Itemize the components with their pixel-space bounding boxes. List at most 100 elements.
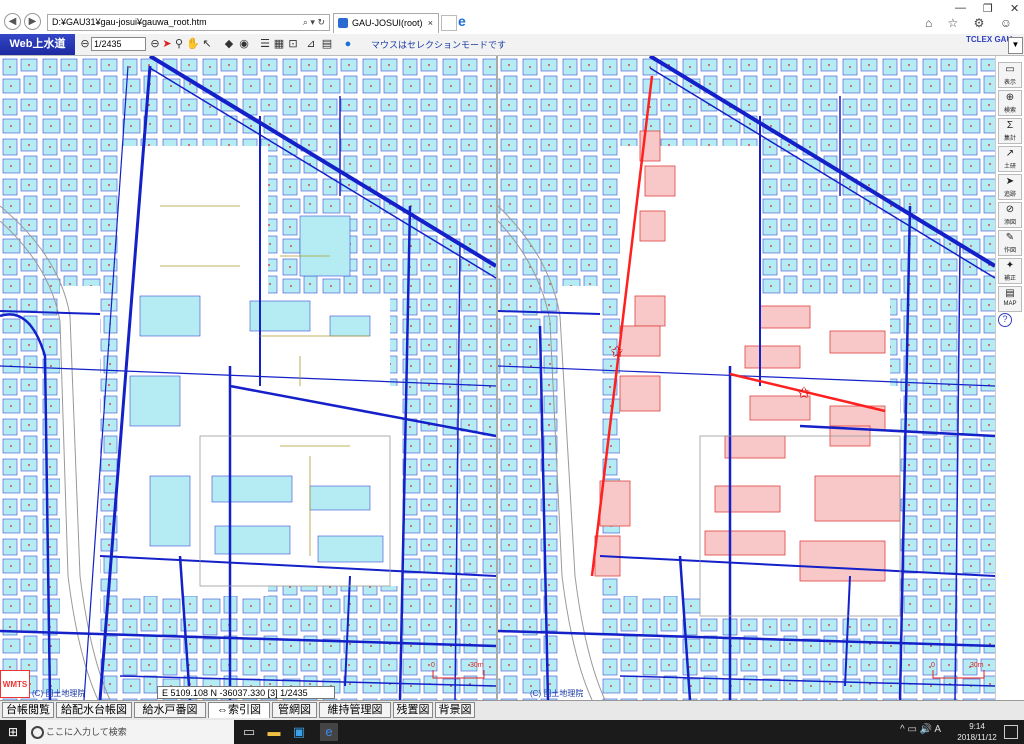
- side-button-label: MAP: [1003, 301, 1017, 307]
- map-area[interactable]: ✩ ✩: [0, 56, 995, 700]
- file-explorer-icon[interactable]: ▬: [265, 723, 283, 741]
- clock[interactable]: 9:14 2018/11/12: [957, 721, 997, 743]
- new-tab-button[interactable]: [441, 15, 457, 31]
- side-button-map-folder[interactable]: ▤ MAP: [998, 286, 1022, 312]
- tab-network-map[interactable]: 管網図: [272, 702, 317, 718]
- menu-dropdown-button[interactable]: ▼: [1008, 37, 1023, 54]
- scale-label-zero: 0: [431, 662, 435, 669]
- grid-icon[interactable]: ▦: [272, 37, 286, 51]
- side-button-search[interactable]: ⊕ 検索: [998, 90, 1022, 116]
- tab-index-map[interactable]: ⇔索引図: [208, 702, 270, 718]
- minimize-button[interactable]: —: [955, 2, 966, 14]
- zoom-in-icon[interactable]: ⚲: [172, 37, 186, 51]
- marker-star-icon[interactable]: ✩: [797, 385, 811, 402]
- copyright-right: (C) 国土地理院: [530, 689, 584, 698]
- taskbar-search[interactable]: ここに入力して検索: [26, 720, 234, 744]
- side-button-correction[interactable]: ✦ 補正: [998, 258, 1022, 284]
- notification-icon[interactable]: [1004, 725, 1018, 739]
- tab-title: GAU-JOSUI(root): [352, 18, 423, 28]
- task-view-icon[interactable]: ▭: [240, 723, 258, 741]
- help-icon[interactable]: ?: [998, 313, 1012, 327]
- left-map-pane[interactable]: [0, 56, 498, 700]
- tab-maintenance-map[interactable]: 維持管理図: [319, 702, 391, 718]
- side-button-label: 補正: [1003, 276, 1016, 282]
- wmts-badge: WMTS: [0, 670, 30, 698]
- search-placeholder: ここに入力して検索: [46, 727, 127, 737]
- map-folder-icon: ▤: [1005, 288, 1015, 299]
- clock-time: 9:14: [969, 722, 985, 731]
- windows-start-icon[interactable]: ⊞: [0, 720, 26, 744]
- sum-icon: Σ: [1006, 120, 1014, 131]
- tab-residual-map[interactable]: 残置図: [393, 702, 433, 718]
- internet-explorer-icon[interactable]: e: [320, 723, 338, 741]
- side-button-sum[interactable]: Σ 集計: [998, 118, 1022, 144]
- store-icon[interactable]: ▣: [290, 723, 308, 741]
- side-button-display[interactable]: ▭ 表示: [998, 62, 1022, 88]
- coordinate-readout: E 5109.108 N -36037.330 [3] 1/2435: [157, 686, 335, 699]
- browser-tool-icons[interactable]: ⌂ ☆ ⚙ ☺: [925, 16, 1018, 30]
- cortana-icon: [31, 726, 44, 739]
- app-logo: Web上水道: [0, 34, 75, 55]
- mode-message: マウスはセレクションモードです: [371, 40, 507, 50]
- scale-label-zero: 0: [931, 662, 935, 669]
- side-button-cross-section[interactable]: ↗ 土研: [998, 146, 1022, 172]
- scale-label-distance: 30m: [470, 662, 484, 669]
- address-text: D:¥GAU31¥gau-josui¥gauwa_root.htm: [52, 17, 207, 27]
- address-bar[interactable]: D:¥GAU31¥gau-josui¥gauwa_root.htm ⌕ ▾ ↻: [47, 14, 330, 31]
- forward-button[interactable]: ▶: [24, 13, 41, 30]
- marker-star-icon[interactable]: ✩: [610, 344, 624, 361]
- search-icon: ⊕: [1005, 92, 1015, 103]
- maximize-button[interactable]: ❐: [983, 2, 993, 15]
- close-window-button[interactable]: ✕: [1010, 2, 1019, 15]
- scale-label-distance: 30m: [970, 662, 984, 669]
- side-button-pen[interactable]: ✎ 作図: [998, 230, 1022, 256]
- side-button-label: 検索: [1003, 108, 1016, 114]
- back-button[interactable]: ◀: [4, 13, 21, 30]
- display-icon: ▭: [1005, 64, 1015, 75]
- copyright-left: (C) 国土地理院: [32, 689, 86, 698]
- side-tool-panel: ▭ 表示 ⊕ 検索 Σ 集計 ↗ 土研 ➤ 追跡 ⊘ 添図 ✎ 作図 ✦ 補正 ▤ MAP ?: [995, 56, 1024, 700]
- side-button-label: 集計: [1003, 136, 1016, 142]
- side-button-label: 添図: [1003, 220, 1016, 226]
- cursor-icon[interactable]: ↖: [200, 37, 214, 51]
- globe-small-icon[interactable]: ◉: [237, 37, 251, 51]
- tab-supply-number-map[interactable]: 給水戸番図: [134, 702, 206, 718]
- side-button-label: 表示: [1003, 80, 1016, 86]
- zoom-out-icon[interactable]: ⊖: [78, 37, 92, 51]
- brand-logo: TCLEX GAU: [966, 35, 1013, 44]
- tab-close-icon[interactable]: ×: [428, 14, 433, 32]
- clip-icon: ⊘: [1005, 204, 1015, 215]
- table-icon[interactable]: ▤: [320, 37, 334, 51]
- layers-icon[interactable]: ◆: [222, 37, 236, 51]
- scale-bar-right: 0 30m: [931, 662, 987, 680]
- clock-date: 2018/11/12: [957, 733, 997, 742]
- globe-icon[interactable]: ●: [341, 37, 355, 51]
- zoom-fit-icon[interactable]: ⊡: [286, 37, 300, 51]
- pan-hand-icon[interactable]: ✋: [186, 37, 200, 51]
- address-icons[interactable]: ⌕ ▾ ↻: [303, 15, 325, 30]
- cross-section-icon: ↗: [1005, 148, 1015, 159]
- list-icon[interactable]: ☰: [258, 37, 272, 51]
- side-button-label: 追跡: [1003, 192, 1016, 198]
- correction-icon: ✦: [1005, 260, 1015, 271]
- side-button-clip[interactable]: ⊘ 添図: [998, 202, 1022, 228]
- browser-tab[interactable]: GAU-JOSUI(root) ×: [333, 13, 439, 33]
- right-map-pane[interactable]: ✩ ✩: [497, 56, 995, 700]
- scale-select[interactable]: 1/2435: [91, 37, 146, 51]
- tab-favicon-icon: [338, 18, 348, 28]
- chart-icon[interactable]: ⊿: [304, 37, 318, 51]
- pane-divider[interactable]: [496, 56, 498, 700]
- windows-taskbar: ⊞ ここに入力して検索 ▭ ▬ ▣ e ^ ▭ 🔊 A 9:14 2018/11…: [0, 720, 1024, 744]
- side-button-trace[interactable]: ➤ 追跡: [998, 174, 1022, 200]
- bottom-tab-bar: 台帳閲覧 給配水台帳図 給水戸番図 ⇔索引図 管網図 維持管理図 残置図 背景図: [0, 700, 1024, 720]
- side-button-label: 土研: [1003, 164, 1016, 170]
- system-tray-icons[interactable]: ^ ▭ 🔊 A: [900, 724, 941, 735]
- pen-icon: ✎: [1005, 232, 1015, 243]
- ie-logo-icon: e: [458, 13, 466, 29]
- app-toolbar: Web上水道 ⊖ 1/2435 ⊖ ➤ ⚲ ✋ ↖ ◆ ◉ ☰ ▦ ⊡ ⊿ ▤ …: [0, 34, 1024, 56]
- tab-ledger-view[interactable]: 台帳閲覧: [2, 702, 54, 718]
- tab-background-map[interactable]: 背景図: [435, 702, 475, 718]
- trace-icon: ➤: [1005, 176, 1015, 187]
- scale-bar-left: 0 30m: [431, 662, 487, 680]
- tab-water-ledger-map[interactable]: 給配水台帳図: [56, 702, 132, 718]
